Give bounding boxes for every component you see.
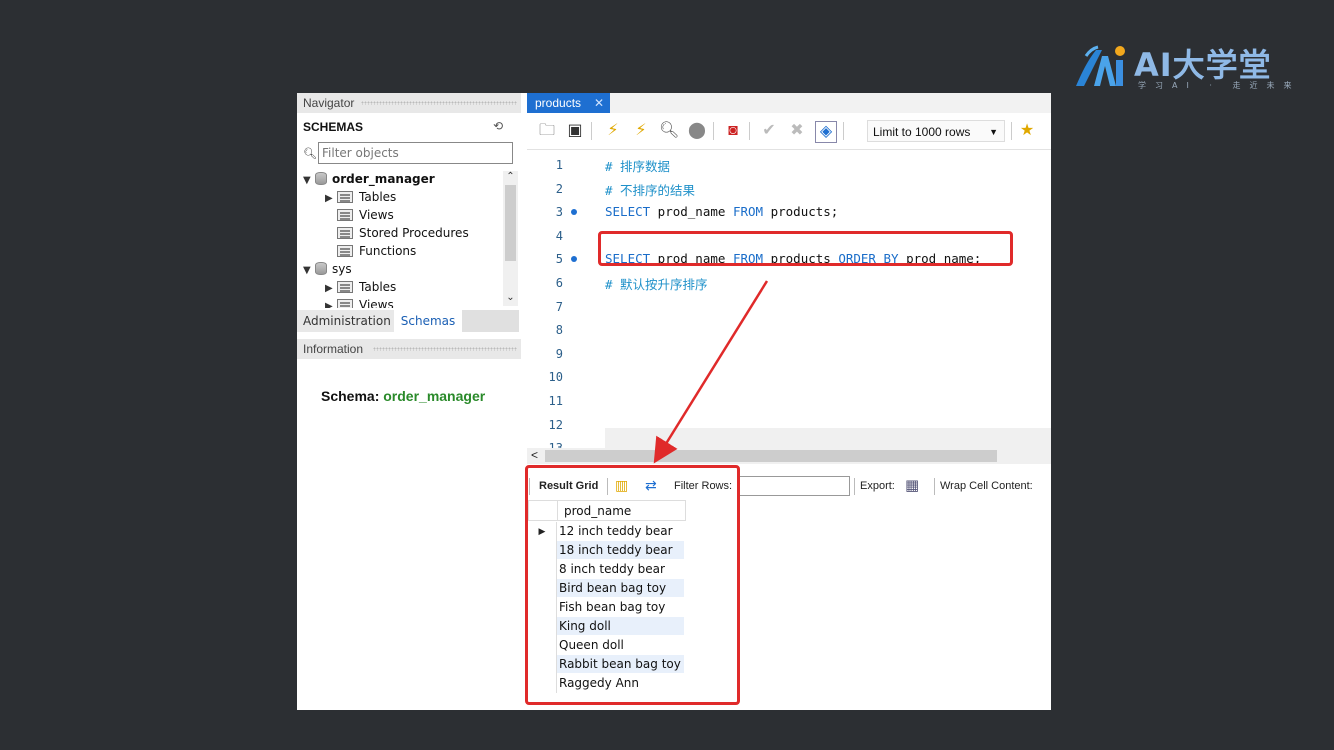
logo-subtitle: 学习AI · 走近未来 <box>1138 81 1301 90</box>
workbench-window: Navigator SCHEMAS ⟲ 🔍︎ Filter objects ▼ o… <box>297 93 1051 710</box>
brand-logo: AI大学堂 学习AI · 走近未来 <box>1072 40 1302 100</box>
logo-mark-icon <box>1076 45 1125 86</box>
annotation-arrow-icon <box>653 280 769 464</box>
